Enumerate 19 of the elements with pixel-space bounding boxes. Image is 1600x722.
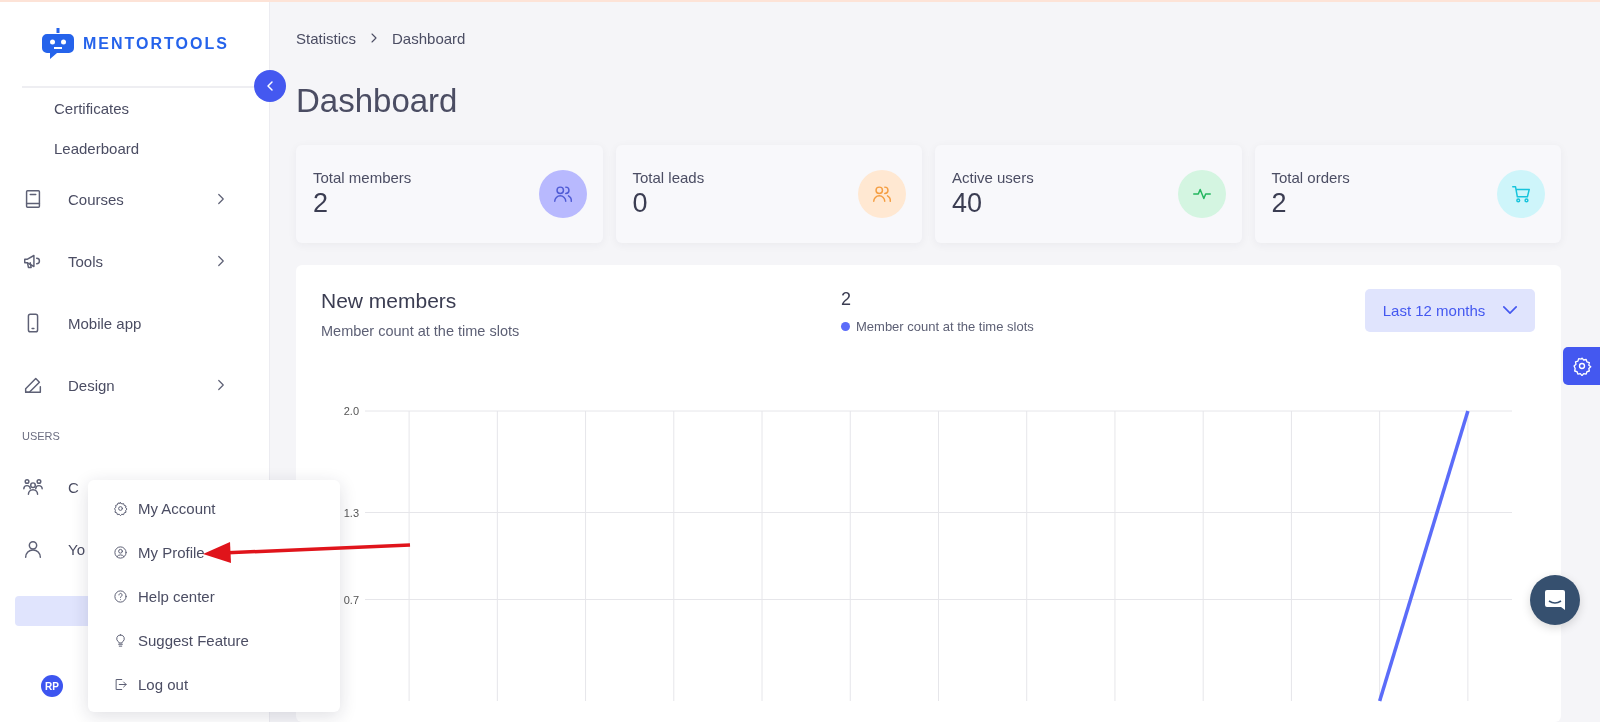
stat-value: 2	[1271, 187, 1288, 219]
stat-value: 0	[632, 187, 649, 219]
stat-label: Total leads	[632, 168, 706, 186]
stat-label: Total members	[313, 168, 413, 186]
breadcrumb-item: Dashboard	[392, 29, 466, 47]
stat-value: 40	[952, 187, 984, 219]
total-value: 2	[841, 288, 852, 310]
legend-label: Member count at the time slots	[856, 318, 1034, 334]
stat-label: Active users	[952, 168, 1035, 186]
chart-subtitle: Member count at the time slots	[321, 322, 521, 339]
stat-label: Total orders	[1271, 168, 1351, 186]
chart-title: New members	[321, 288, 458, 313]
section-label: USERS	[22, 430, 60, 442]
stat-value: 2	[313, 187, 330, 219]
brand-name: MENTORTOOLS	[83, 35, 229, 53]
page-title: Dashboard	[296, 80, 459, 121]
y-tick-label: 2.0	[343, 404, 359, 417]
y-tick-label: 0.7	[343, 593, 359, 606]
y-tick-label: 1.3	[343, 506, 359, 519]
